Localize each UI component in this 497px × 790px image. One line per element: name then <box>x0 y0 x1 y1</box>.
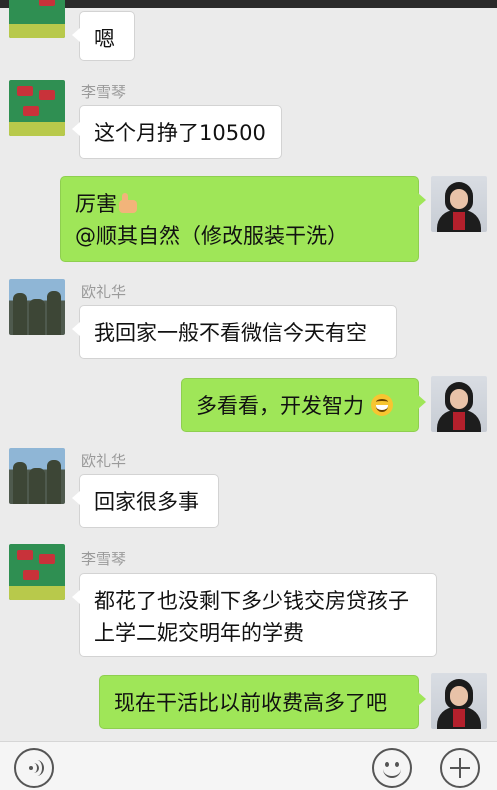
chat-history[interactable]: 嗯 李雪琴 这个月挣了10500 厉害 @顺其自然（修改服装干洗） 欧礼华 我回… <box>0 0 497 742</box>
message-text: 我回家一般不看微信今天有空 <box>94 321 367 345</box>
message-bubble[interactable]: 这个月挣了10500 <box>72 105 282 159</box>
message-bubble[interactable]: 回家很多事 <box>72 474 219 528</box>
message-text: 厉害 <box>75 192 117 216</box>
avatar-oulihua[interactable] <box>9 448 65 504</box>
message-text: 现在干活比以前收费高多了吧 <box>114 691 387 715</box>
message-text: 回家很多事 <box>94 490 199 514</box>
plus-icon[interactable] <box>440 748 480 788</box>
message-text: 这个月挣了10500 <box>94 121 266 145</box>
grinning-face-icon <box>370 394 393 416</box>
avatar-lixueqin[interactable] <box>9 80 65 136</box>
sender-name: 欧礼华 <box>81 452 127 470</box>
message-text: 多看看，开发智力 <box>196 394 364 418</box>
message-bubble[interactable]: 现在干活比以前收费高多了吧 <box>99 675 426 729</box>
emoji-icon[interactable] <box>372 748 412 788</box>
avatar-self[interactable] <box>431 673 487 729</box>
message-bubble[interactable]: 我回家一般不看微信今天有空 <box>72 305 397 359</box>
avatar-oulihua[interactable] <box>9 279 65 335</box>
message-text: 都花了也没剩下多少钱交房贷孩子上学二妮交明年的学费 <box>94 589 409 645</box>
input-bar <box>0 741 497 790</box>
avatar-self[interactable] <box>431 176 487 232</box>
message-text-mention: @顺其自然（修改服装干洗） <box>75 224 348 248</box>
avatar-lixueqin[interactable] <box>9 544 65 600</box>
sender-name: 李雪琴 <box>81 83 127 101</box>
sender-name: 李雪琴 <box>81 550 127 568</box>
voice-icon[interactable] <box>14 748 54 788</box>
message-bubble[interactable]: 嗯 <box>72 11 135 61</box>
avatar-lixueqin[interactable] <box>9 0 65 38</box>
avatar-self[interactable] <box>431 376 487 432</box>
sender-name: 欧礼华 <box>81 283 127 301</box>
message-bubble[interactable]: 都花了也没剩下多少钱交房贷孩子上学二妮交明年的学费 <box>72 573 437 657</box>
thumbs-up-icon <box>117 192 139 214</box>
message-text: 嗯 <box>94 27 115 51</box>
message-bubble[interactable]: 厉害 @顺其自然（修改服装干洗） <box>60 176 426 262</box>
message-bubble[interactable]: 多看看，开发智力 <box>181 378 426 432</box>
